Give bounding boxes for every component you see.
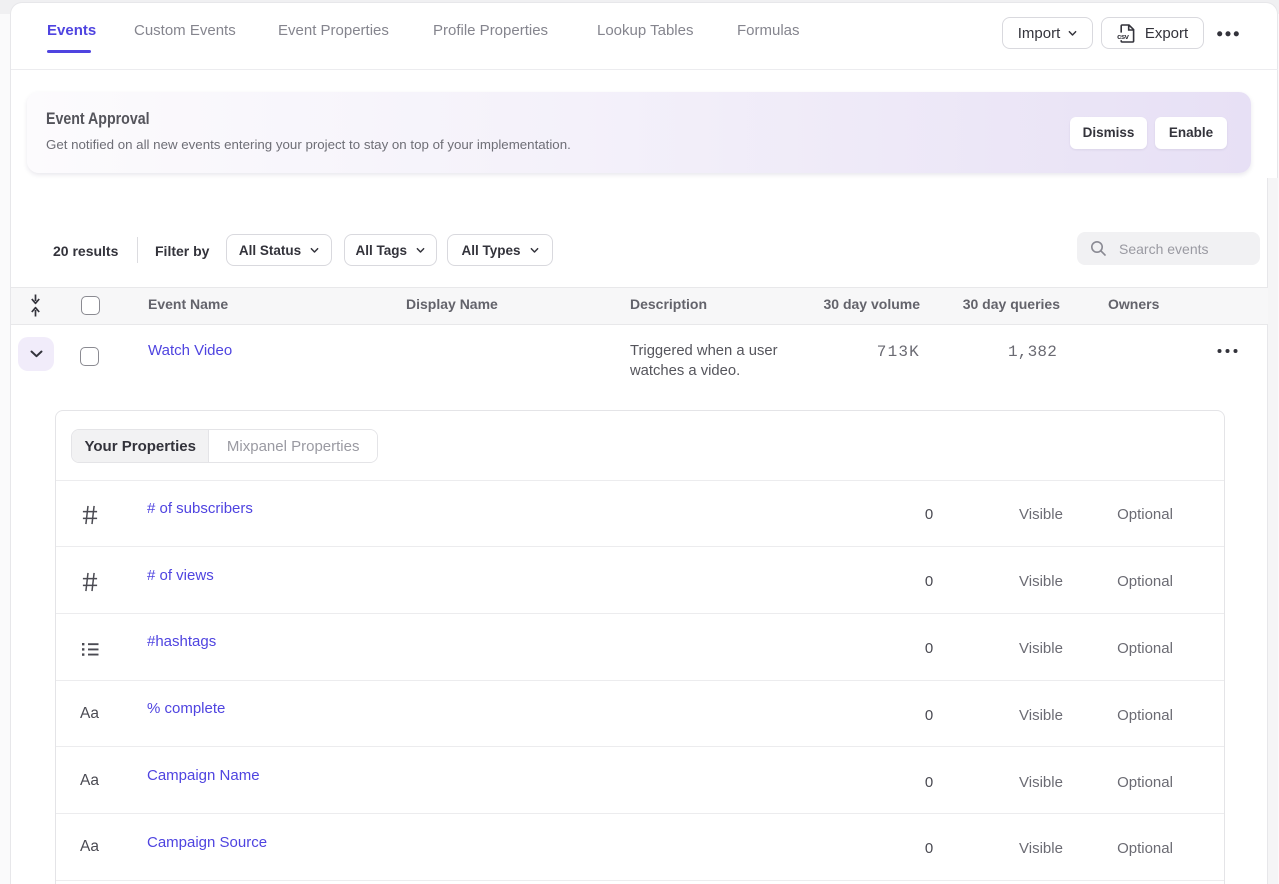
svg-text:csv: csv — [1117, 34, 1130, 42]
